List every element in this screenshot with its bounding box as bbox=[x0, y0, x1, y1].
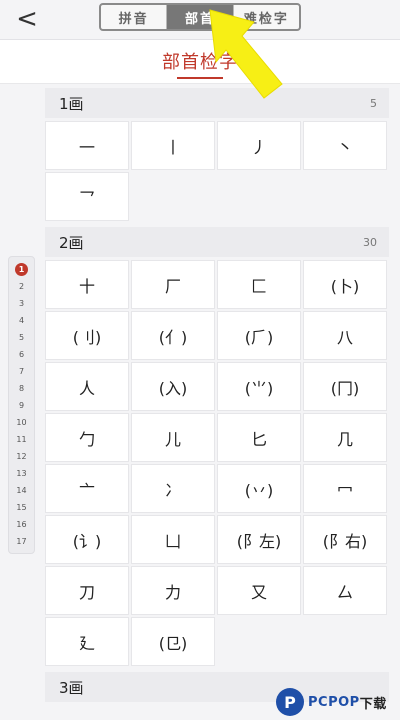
radical-cell[interactable]: (入) bbox=[131, 362, 215, 411]
radical-cell[interactable]: 儿 bbox=[131, 413, 215, 462]
radical-cell[interactable]: 冫 bbox=[131, 464, 215, 513]
radical-cell[interactable]: 乛 bbox=[45, 172, 129, 221]
radical-grid: 一丨丿丶乛 bbox=[45, 118, 389, 225]
chevron-left-icon: < bbox=[16, 4, 38, 34]
watermark-logo-icon: P bbox=[276, 688, 304, 716]
tab-pinyin[interactable]: 拼音 bbox=[101, 5, 168, 29]
stroke-index-12[interactable]: 12 bbox=[13, 448, 31, 465]
watermark-brand: PCPOP bbox=[308, 694, 360, 710]
radical-cell[interactable]: 勹 bbox=[45, 413, 129, 462]
stroke-index-14[interactable]: 14 bbox=[13, 482, 31, 499]
radical-cell[interactable]: 又 bbox=[217, 566, 301, 615]
section-count: 30 bbox=[363, 235, 377, 249]
radical-cell[interactable]: 十 bbox=[45, 260, 129, 309]
top-bar: < 拼音 部首 难检字 bbox=[0, 0, 400, 40]
watermark: P PCPOP 下载 bbox=[276, 684, 400, 720]
stroke-index-15[interactable]: 15 bbox=[13, 499, 31, 516]
stroke-index-2[interactable]: 2 bbox=[13, 278, 31, 295]
radical-cell[interactable]: 廴 bbox=[45, 617, 129, 666]
stroke-index-16[interactable]: 16 bbox=[13, 516, 31, 533]
radical-cell[interactable]: (㔾) bbox=[131, 617, 215, 666]
back-button[interactable]: < bbox=[12, 4, 42, 34]
radical-cell[interactable]: (亻) bbox=[131, 311, 215, 360]
stroke-index-7[interactable]: 7 bbox=[13, 363, 31, 380]
radical-cell[interactable]: (卜) bbox=[303, 260, 387, 309]
radical-cell[interactable]: 丨 bbox=[131, 121, 215, 170]
radical-cell[interactable]: 一 bbox=[45, 121, 129, 170]
stroke-index-1[interactable]: 1 bbox=[15, 263, 28, 276]
radical-cell[interactable]: (阝右) bbox=[303, 515, 387, 564]
stroke-index-5[interactable]: 5 bbox=[13, 329, 31, 346]
radical-cell[interactable]: (讠) bbox=[45, 515, 129, 564]
watermark-suffix: 下载 bbox=[359, 696, 387, 712]
radical-cell[interactable]: 凵 bbox=[131, 515, 215, 564]
stroke-index-8[interactable]: 8 bbox=[13, 380, 31, 397]
stroke-index-6[interactable]: 6 bbox=[13, 346, 31, 363]
stroke-index-13[interactable]: 13 bbox=[13, 465, 31, 482]
radical-cell[interactable]: (⺁) bbox=[217, 311, 301, 360]
radical-cell[interactable]: 丿 bbox=[217, 121, 301, 170]
section-title: 2画 bbox=[59, 233, 84, 252]
radical-cell[interactable]: 匚 bbox=[217, 260, 301, 309]
radical-cell[interactable]: (丷) bbox=[217, 464, 301, 513]
radical-cell[interactable]: 人 bbox=[45, 362, 129, 411]
stroke-index-9[interactable]: 9 bbox=[13, 397, 31, 414]
page-title: 部首检字 bbox=[162, 52, 238, 73]
section-count: 5 bbox=[370, 96, 377, 110]
pointer-arrow-icon bbox=[209, 9, 283, 99]
radical-cell[interactable]: 亠 bbox=[45, 464, 129, 513]
radical-cell[interactable]: 几 bbox=[303, 413, 387, 462]
section-title: 1画 bbox=[59, 94, 84, 113]
radical-cell[interactable]: (⺌) bbox=[217, 362, 301, 411]
radical-cell[interactable]: 冖 bbox=[303, 464, 387, 513]
section-title: 3画 bbox=[59, 678, 84, 697]
radical-cell[interactable]: (冂) bbox=[303, 362, 387, 411]
radical-cell[interactable]: 八 bbox=[303, 311, 387, 360]
radical-cell[interactable]: (阝左) bbox=[217, 515, 301, 564]
stroke-index-3[interactable]: 3 bbox=[13, 295, 31, 312]
radical-cell[interactable]: 厂 bbox=[131, 260, 215, 309]
radical-cell[interactable]: 匕 bbox=[217, 413, 301, 462]
stroke-index-11[interactable]: 11 bbox=[13, 431, 31, 448]
radical-cell[interactable]: 丶 bbox=[303, 121, 387, 170]
radical-cell[interactable]: 力 bbox=[131, 566, 215, 615]
radical-cell[interactable]: 刀 bbox=[45, 566, 129, 615]
title-row: 部首检字 bbox=[0, 40, 400, 84]
stroke-index-17[interactable]: 17 bbox=[13, 533, 31, 550]
stroke-index-4[interactable]: 4 bbox=[13, 312, 31, 329]
radical-list[interactable]: 1画 5 一丨丿丶乛 2画 30 十厂匚 (卜) (刂) (亻) (⺁) 八人 (入) (⺌) (冂) 勹儿… bbox=[45, 86, 389, 720]
radical-cell[interactable]: 厶 bbox=[303, 566, 387, 615]
section-header: 2画 30 bbox=[45, 227, 389, 257]
radical-cell[interactable]: (刂) bbox=[45, 311, 129, 360]
radical-grid: 十厂匚 (卜) (刂) (亻) (⺁) 八人 (入) (⺌) (冂) 勹儿匕几亠冫 (丷) 冖 (讠) 凵… bbox=[45, 257, 389, 670]
stroke-index-10[interactable]: 10 bbox=[13, 414, 31, 431]
stroke-index-bar[interactable]: 1 2 3 4 5 6 7 8 9 10 11 12 13 14 15 16 17 bbox=[8, 256, 35, 554]
